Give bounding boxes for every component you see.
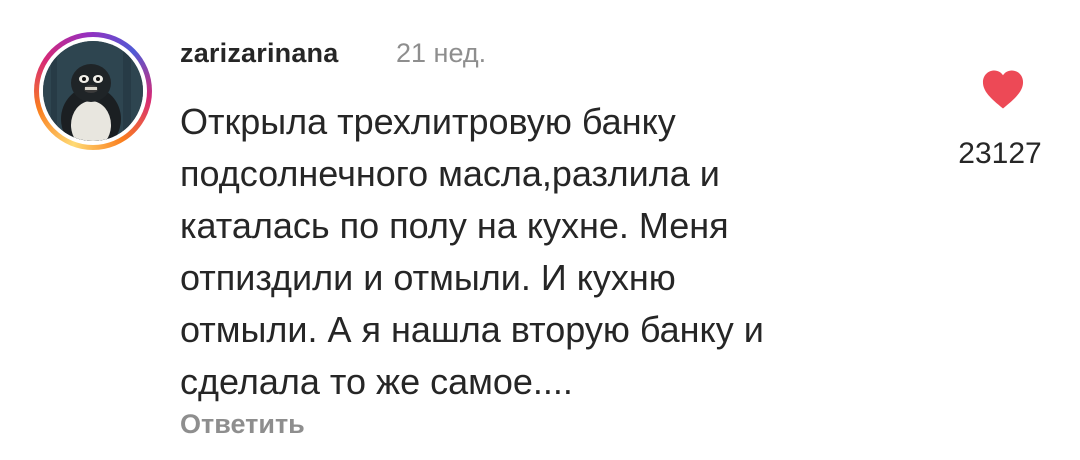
heart-icon[interactable] [980,68,1026,110]
story-ring[interactable] [34,32,152,150]
comment-line: подсолнечного масла,разлила и [180,153,720,194]
comment-line: отпиздили и отмыли. И кухню [180,257,676,298]
comment-text: Открыла трехлитровую банку подсолнечного… [180,96,900,408]
username[interactable]: zarizarinana [180,38,338,69]
comment-line: сделала то же самое.... [180,361,573,402]
comment-line: отмыли. А я нашла вторую банку и [180,309,764,350]
comment-line: Открыла трехлитровую банку [180,101,676,142]
penguin-avatar-icon [43,41,143,141]
avatar[interactable] [43,41,143,141]
comment-line: каталась по полу на кухне. Меня [180,205,729,246]
reply-button[interactable]: Ответить [180,409,305,440]
comment-item: zarizarinana 21 нед. Открыла трехлитрову… [0,0,1080,460]
like-count: 23127 [958,137,1042,170]
comment-time: 21 нед. [396,38,487,68]
avatar-gap [39,37,147,145]
